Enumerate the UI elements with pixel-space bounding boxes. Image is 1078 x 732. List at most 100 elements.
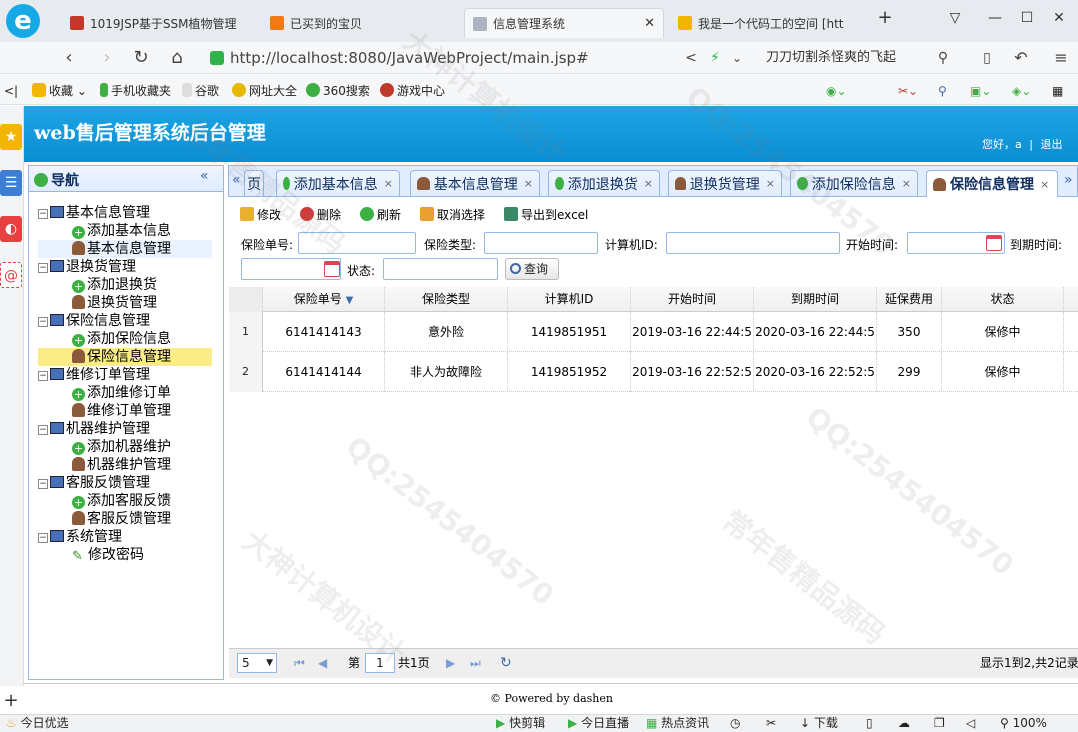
bookmark-item[interactable]: 手机收藏夹	[100, 82, 171, 100]
tree-item-feedback-manage[interactable]: 客服反馈管理	[38, 510, 212, 528]
tree-group-basic[interactable]: − 基本信息管理	[38, 204, 212, 222]
tree-group-machine[interactable]: − 机器维护管理	[38, 420, 212, 438]
export-button[interactable]: 导出到excel	[504, 206, 588, 224]
refresh-button[interactable]: 刷新	[360, 206, 401, 224]
undo-icon[interactable]: ↶	[1008, 46, 1034, 70]
maximize-icon[interactable]: ☐	[1012, 6, 1042, 30]
new-tab-button[interactable]: +	[870, 6, 900, 30]
tree-group-system[interactable]: − 系统管理	[38, 528, 212, 546]
tree-group-repair[interactable]: − 维修订单管理	[38, 366, 212, 384]
minimize-icon[interactable]: —	[980, 6, 1010, 30]
tree-item-add-feedback[interactable]: + 添加客服反馈	[38, 492, 212, 510]
tree-item-add-basic[interactable]: + 添加基本信息	[38, 222, 212, 240]
tree-item-change-password[interactable]: ✎ 修改密码	[38, 546, 212, 564]
tree-item-machine-manage[interactable]: 机器维护管理	[38, 456, 212, 474]
tree-item-basic-manage[interactable]: 基本信息管理	[38, 240, 212, 258]
tab-close-icon[interactable]: ×	[766, 177, 775, 190]
share-icon[interactable]: <	[678, 46, 704, 70]
favorites-star-icon[interactable]: ★	[0, 124, 22, 150]
page-number-input[interactable]: 1	[365, 653, 395, 673]
tree-group-feedback[interactable]: − 客服反馈管理	[38, 474, 212, 492]
mail-icon[interactable]: @	[0, 262, 22, 288]
shield-icon[interactable]: ◈⌄	[1012, 82, 1031, 100]
browser-logo[interactable]: e	[0, 0, 46, 42]
bookmark-item[interactable]: 谷歌	[182, 82, 219, 100]
tools-icon[interactable]: ✂	[766, 716, 776, 730]
tab-close-icon[interactable]: ✕	[644, 16, 655, 31]
dropdown-icon[interactable]: ⌄	[724, 46, 750, 70]
tab-close-icon[interactable]: ×	[524, 177, 533, 190]
tree-group-return[interactable]: − 退换货管理	[38, 258, 212, 276]
tree-expander-icon[interactable]: −	[38, 209, 48, 219]
tree-expander-icon[interactable]: −	[38, 479, 48, 489]
magnifier-icon[interactable]: ⚲	[938, 82, 947, 100]
tab-close-icon[interactable]: ×	[384, 177, 393, 190]
status-left[interactable]: ♨ 今日优选	[6, 716, 69, 730]
volume-icon[interactable]: ◁	[966, 716, 975, 730]
cloud-icon[interactable]: ☁	[898, 716, 910, 730]
status-item[interactable]: ▦ 热点资讯	[646, 716, 709, 730]
tree-expander-icon[interactable]: −	[38, 263, 48, 273]
search-input[interactable]: 刀刀切割杀怪爽的飞起	[766, 46, 956, 70]
status-item[interactable]: ▶ 快剪辑	[496, 716, 545, 730]
page-size-select[interactable]: 5 ▼	[237, 653, 277, 673]
browser-tab[interactable]: 已买到的宝贝	[262, 8, 452, 38]
prev-page-icon[interactable]: ◀	[318, 655, 327, 671]
phone-icon[interactable]: ▯	[974, 46, 1000, 70]
back-icon[interactable]: ‹	[56, 46, 82, 70]
end-calendar-icon[interactable]	[324, 261, 340, 277]
reload-icon[interactable]: ↻	[128, 46, 154, 70]
tree-item-add-return[interactable]: + 添加退换货	[38, 276, 212, 294]
home-icon[interactable]: ⌂	[164, 46, 190, 70]
gamepad-icon[interactable]: ▣⌄	[970, 82, 991, 100]
content-tab[interactable]: 添加基本信息 ×	[276, 170, 400, 196]
content-tab[interactable]: 退换货管理 ×	[668, 170, 782, 196]
tab-close-icon[interactable]: ×	[644, 177, 653, 190]
ins-type-input[interactable]	[484, 232, 598, 254]
speed-icon[interactable]: ◷	[730, 716, 740, 730]
policy-no-input[interactable]	[298, 232, 416, 254]
doc-icon[interactable]: ☰	[0, 170, 22, 196]
window-icon[interactable]: ❐	[934, 716, 945, 730]
tabs-scroll-left-button[interactable]: «	[232, 172, 241, 188]
browser-tab-active[interactable]: 信息管理系统 ✕	[464, 8, 664, 38]
status-item[interactable]: ↓ 下载	[800, 716, 838, 730]
tree-item-add-repair[interactable]: + 添加维修订单	[38, 384, 212, 402]
weibo-icon[interactable]: ◐	[0, 216, 22, 242]
tabs-scroll-right-button[interactable]: »	[1064, 172, 1073, 188]
browser-tab[interactable]: 我是一个代码工的空间 [htt	[670, 8, 860, 38]
extension-icon[interactable]: ◉⌄	[826, 82, 847, 100]
computer-id-input[interactable]	[666, 232, 840, 254]
last-page-icon[interactable]: ⏭	[470, 655, 481, 671]
tab-close-icon[interactable]: ×	[902, 177, 911, 190]
content-tab[interactable]: 添加退换货 ×	[548, 170, 660, 196]
grid-header-cell[interactable]: 保险类型	[385, 287, 508, 312]
nav-collapse-button[interactable]: «	[200, 168, 209, 184]
browser-tab[interactable]: 1019JSP基于SSM植物管理	[62, 8, 252, 38]
delete-button[interactable]: 删除	[300, 206, 341, 224]
pager-refresh-icon[interactable]: ↻	[500, 655, 512, 671]
first-page-icon[interactable]: ⏮	[294, 655, 305, 671]
menu-icon[interactable]: ≡	[1048, 46, 1074, 70]
start-calendar-icon[interactable]	[986, 235, 1002, 251]
bookmark-item[interactable]: 收藏 ⌄	[32, 82, 87, 100]
content-tab-partial[interactable]: 页	[244, 170, 264, 196]
query-button[interactable]: 查询	[505, 258, 559, 280]
sidebar-toggle-icon[interactable]: <|	[4, 82, 18, 100]
tree-item-add-machine[interactable]: + 添加机器维护	[38, 438, 212, 456]
grid-header-cell[interactable]: 计算机ID	[508, 287, 631, 312]
content-tab[interactable]: 添加保险信息 ×	[790, 170, 918, 196]
tree-expander-icon[interactable]: −	[38, 317, 48, 327]
deselect-button[interactable]: 取消选择	[420, 206, 485, 224]
grid-header-cell[interactable]: 开始时间	[631, 287, 754, 312]
apps-grid-icon[interactable]: ▦	[1052, 82, 1063, 100]
add-panel-icon[interactable]: +	[0, 688, 22, 714]
shirt-icon[interactable]: ▽	[940, 6, 970, 30]
tree-item-return-manage[interactable]: 退换货管理	[38, 294, 212, 312]
status-item[interactable]: ▶ 今日直播	[568, 716, 629, 730]
forward-icon[interactable]: ›	[94, 46, 120, 70]
grid-header-cell[interactable]: 到期时间	[754, 287, 877, 312]
grid-header-cell[interactable]: 保险单号 ▼	[263, 287, 385, 312]
bookmark-item[interactable]: 游戏中心	[380, 82, 445, 100]
tree-expander-icon[interactable]: −	[38, 425, 48, 435]
